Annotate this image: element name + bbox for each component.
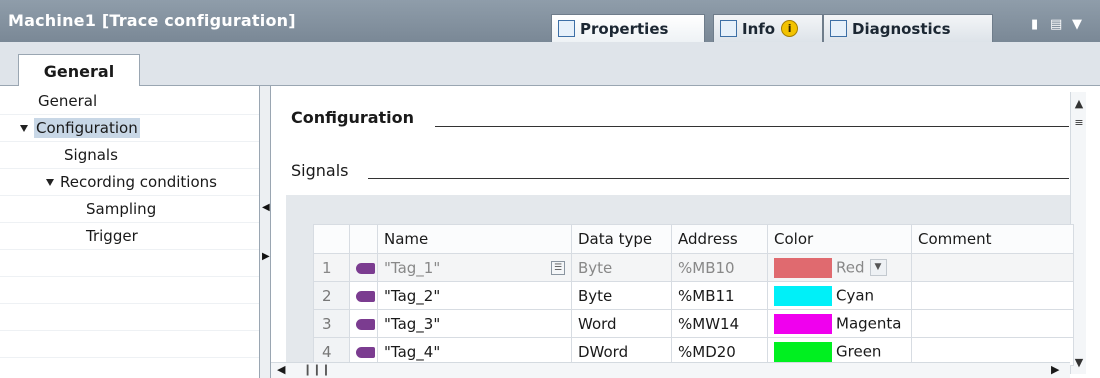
section-tab-strip: General xyxy=(0,42,1100,87)
address-cell[interactable]: %MB10 xyxy=(671,253,768,282)
table-row[interactable]: 2 "Tag_2" Byte %MB11 Cyan xyxy=(313,281,1074,310)
nav-item-sampling-label: Sampling xyxy=(86,200,157,218)
column-header-icon xyxy=(349,224,378,254)
color-name: Magenta xyxy=(836,314,902,332)
color-swatch xyxy=(774,341,832,362)
heading-rule xyxy=(435,126,1069,127)
section-heading-signals: Signals xyxy=(291,161,349,180)
color-cell[interactable]: Cyan xyxy=(767,281,912,310)
table-header-row: Name Data type Address Color Comment xyxy=(313,224,1074,254)
tag-icon xyxy=(356,318,375,330)
color-swatch xyxy=(774,285,832,306)
color-cell[interactable]: Magenta xyxy=(767,309,912,338)
horizontal-scrollbar[interactable]: ◀ ❙❙❙ ▶ xyxy=(271,362,1070,378)
menu-icon[interactable]: ▤ xyxy=(1050,17,1062,32)
nav-empty-row xyxy=(0,277,259,304)
tab-diagnostics-label: Diagnostics xyxy=(852,19,951,38)
tag-cell xyxy=(349,253,378,282)
tag-cell xyxy=(349,309,378,338)
tab-general[interactable]: General xyxy=(18,54,140,87)
address-cell[interactable]: %MW14 xyxy=(671,309,768,338)
nav-item-signals[interactable]: Signals xyxy=(0,142,259,169)
nav-empty-row xyxy=(0,250,259,277)
nav-item-trigger-label: Trigger xyxy=(86,227,138,245)
signals-grid-area: Name Data type Address Color Comment 1 "… xyxy=(286,195,1074,378)
collapse-left-arrow-icon[interactable]: ◀ xyxy=(262,202,270,213)
info-icon xyxy=(720,20,737,37)
comment-cell[interactable] xyxy=(911,281,1074,310)
nav-item-configuration[interactable]: Configuration xyxy=(0,115,259,142)
tag-cell xyxy=(349,281,378,310)
navigation-tree: General Configuration Signals Recording … xyxy=(0,86,259,378)
panel-splitter[interactable]: ◀ ▶ xyxy=(259,86,271,378)
window-title: Machine1 [Trace configuration] xyxy=(8,11,296,30)
data-type-cell[interactable]: Word xyxy=(571,309,672,338)
data-type-cell[interactable]: Byte xyxy=(571,281,672,310)
name-cell[interactable]: "Tag_2" xyxy=(377,281,572,310)
scroll-left-icon[interactable]: ◀ xyxy=(277,363,285,376)
browse-list-icon[interactable]: ☰ xyxy=(551,260,565,275)
nav-item-sampling[interactable]: Sampling xyxy=(0,196,259,223)
nav-item-general-label: General xyxy=(38,92,98,110)
comment-cell[interactable] xyxy=(911,309,1074,338)
heading-rule xyxy=(368,178,1069,179)
expand-right-arrow-icon[interactable]: ▶ xyxy=(262,251,270,262)
color-cell[interactable]: Red ▼ xyxy=(767,253,912,282)
column-header-color[interactable]: Color xyxy=(767,224,912,254)
color-swatch xyxy=(774,313,832,334)
section-heading-configuration: Configuration xyxy=(291,108,415,127)
tab-diagnostics[interactable]: Diagnostics xyxy=(823,14,993,42)
color-name: Green xyxy=(836,342,882,360)
float-window-icon[interactable]: ▮ xyxy=(1031,17,1038,32)
tab-info[interactable]: Info i xyxy=(713,14,823,42)
scroll-up-icon[interactable]: ▲ xyxy=(1071,95,1087,111)
tab-properties[interactable]: Properties xyxy=(551,14,705,42)
main-panel: Configuration Signals ▲ ≡ ▼ Name Data ty… xyxy=(271,86,1100,378)
title-bar: Machine1 [Trace configuration] Propertie… xyxy=(0,0,1100,42)
comment-cell[interactable] xyxy=(911,253,1074,282)
column-header-number xyxy=(313,224,350,254)
name-cell[interactable]: "Tag_3" xyxy=(377,309,572,338)
column-header-data-type[interactable]: Data type xyxy=(571,224,672,254)
color-name: Red xyxy=(836,258,865,276)
tab-info-label: Info xyxy=(742,19,776,38)
scroll-grip-icon[interactable]: ❙❙❙ xyxy=(303,363,331,376)
nav-empty-row xyxy=(0,331,259,358)
dropdown-arrow-icon[interactable]: ▼ xyxy=(869,259,887,276)
nav-item-signals-label: Signals xyxy=(64,146,118,164)
color-name: Cyan xyxy=(836,286,875,304)
column-header-comment[interactable]: Comment xyxy=(911,224,1074,254)
signals-table: Name Data type Address Color Comment 1 "… xyxy=(313,224,1074,366)
row-number: 3 xyxy=(313,309,350,338)
row-number: 1 xyxy=(313,253,350,282)
column-header-address[interactable]: Address xyxy=(671,224,768,254)
signal-name: "Tag_1" xyxy=(384,258,441,277)
nav-empty-row xyxy=(0,304,259,331)
nav-item-configuration-label: Configuration xyxy=(34,118,140,138)
tag-icon xyxy=(356,262,375,274)
tag-icon xyxy=(356,346,375,358)
properties-icon xyxy=(558,20,575,37)
nav-item-recording-conditions-label: Recording conditions xyxy=(60,173,217,191)
info-badge-icon: i xyxy=(781,20,799,37)
nav-item-trigger[interactable]: Trigger xyxy=(0,223,259,250)
row-number: 2 xyxy=(313,281,350,310)
tab-properties-label: Properties xyxy=(580,19,669,38)
expand-triangle-icon[interactable] xyxy=(46,178,54,186)
scroll-right-icon[interactable]: ▶ xyxy=(1051,363,1059,376)
column-header-name[interactable]: Name xyxy=(377,224,572,254)
table-row[interactable]: 1 "Tag_1" ☰ Byte %MB10 Red ▼ xyxy=(313,253,1074,282)
collapse-arrow-icon[interactable]: ▼ xyxy=(1072,17,1082,32)
diagnostics-icon xyxy=(830,20,847,37)
nav-item-recording-conditions[interactable]: Recording conditions xyxy=(0,169,259,196)
tag-icon xyxy=(356,290,375,302)
scroll-grip-icon[interactable]: ≡ xyxy=(1071,114,1087,130)
address-cell[interactable]: %MB11 xyxy=(671,281,768,310)
table-row[interactable]: 3 "Tag_3" Word %MW14 Magenta xyxy=(313,309,1074,338)
data-type-cell[interactable]: Byte xyxy=(571,253,672,282)
color-swatch xyxy=(774,257,832,278)
nav-item-general[interactable]: General xyxy=(0,88,259,115)
expand-triangle-icon[interactable] xyxy=(20,124,28,132)
name-cell[interactable]: "Tag_1" ☰ xyxy=(377,253,572,282)
